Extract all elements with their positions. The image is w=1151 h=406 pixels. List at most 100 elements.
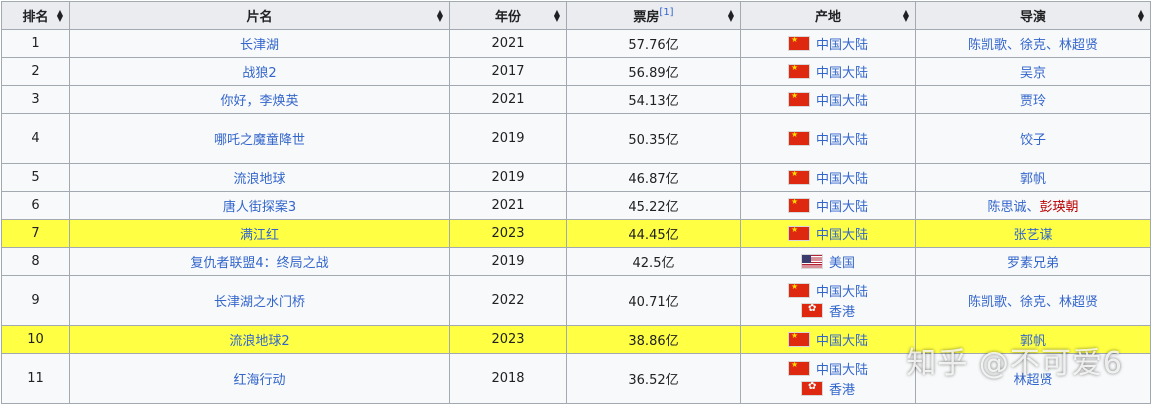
origin-cell: 中国大陆香港 [740, 275, 916, 326]
rank-cell: 11 [1, 353, 70, 404]
movie-title-link[interactable]: 流浪地球 [233, 172, 285, 187]
director-link[interactable]: 罗素兄弟 [1007, 256, 1059, 271]
origin-link[interactable]: 美国 [829, 252, 855, 271]
title-cell: 战狼2 [69, 57, 450, 86]
origin-link[interactable]: 香港 [829, 301, 855, 320]
rank-value: 8 [31, 254, 40, 269]
year-value: 2019 [491, 170, 525, 185]
box-office-value: 56.89亿 [628, 66, 679, 81]
table-row: 9 长津湖之水门桥 2022 40.71亿 中国大陆香港 陈凯歌、徐克、林超贤 [1, 275, 1151, 326]
movie-title-link[interactable]: 你好，李焕英 [220, 94, 298, 109]
hk-flag-icon [800, 303, 823, 318]
table-row: 6 唐人街探案3 2021 45.22亿 中国大陆 陈思诚、彭瑛朝 [1, 191, 1151, 220]
movie-title-link[interactable]: 长津湖之水门桥 [214, 295, 305, 310]
director-cell: 陈凯歌、徐克、林超贤 [915, 275, 1151, 326]
origin-link[interactable]: 中国大陆 [816, 359, 868, 378]
origin-cell: 中国大陆 [740, 163, 916, 192]
sort-arrows-icon[interactable]: ▲ ▼ [554, 8, 560, 22]
column-header-label: 年份 [494, 10, 521, 25]
director-link[interactable]: 陈凯歌、徐克、林超贤 [968, 295, 1098, 310]
rank-cell: 10 [1, 325, 70, 354]
origin-link[interactable]: 中国大陆 [816, 168, 868, 187]
origin-item: 香港 [742, 301, 915, 321]
origin-link[interactable]: 香港 [829, 379, 855, 398]
director-cell: 林超贤 [915, 353, 1151, 404]
table-row: 10 流浪地球2 2023 38.86亿 中国大陆 郭帆 [1, 325, 1151, 354]
origin-item: 中国大陆 [742, 281, 915, 301]
rank-value: 1 [31, 36, 40, 51]
cn-flag-icon [787, 282, 810, 298]
director-link[interactable]: 林超贤 [1013, 373, 1052, 388]
box-office-value: 50.35亿 [628, 133, 679, 148]
origin-link[interactable]: 中国大陆 [816, 34, 868, 53]
rank-value: 5 [31, 170, 40, 185]
sort-arrows-icon[interactable]: ▲ ▼ [437, 8, 443, 22]
box-office-cell: 42.5亿 [566, 247, 741, 276]
origin-link[interactable]: 中国大陆 [816, 129, 868, 148]
table-row: 5 流浪地球 2019 46.87亿 中国大陆 郭帆 [1, 163, 1151, 192]
origin-item: 中国大陆 [742, 359, 915, 379]
movie-title-link[interactable]: 唐人街探案3 [223, 200, 296, 215]
origin-link[interactable]: 中国大陆 [816, 224, 868, 243]
box-office-cell: 45.22亿 [566, 191, 741, 220]
movie-title-link[interactable]: 长津湖 [240, 38, 279, 53]
origin-cell: 中国大陆 [740, 219, 916, 248]
director-link[interactable]: 饺子 [1020, 133, 1046, 148]
origin-link[interactable]: 中国大陆 [816, 281, 868, 300]
sort-arrows-icon[interactable]: ▲ ▼ [903, 8, 909, 22]
table-header-row: 排名 ▲ ▼ 片名 ▲ ▼ 年份 ▲ ▼ 票房[1] ▲ ▼ 产地 ▲ ▼ 导演 ▲ ▼ [1, 1, 1151, 30]
origin-cell: 美国 [740, 247, 916, 276]
origin-cell: 中国大陆 [740, 85, 916, 114]
origin-cell: 中国大陆 [740, 325, 916, 354]
director-link[interactable]: 陈凯歌、徐克、林超贤 [968, 38, 1098, 53]
movie-title-link[interactable]: 流浪地球2 [229, 334, 289, 349]
origin-item: 中国大陆 [742, 34, 915, 54]
director-link[interactable]: 张艺谋 [1013, 228, 1052, 243]
origin-item: 中国大陆 [742, 224, 915, 244]
director-link[interactable]: 吴京 [1020, 66, 1046, 81]
sort-arrows-icon[interactable]: ▲ ▼ [728, 8, 734, 22]
movie-title-link[interactable]: 红海行动 [233, 373, 285, 388]
director-link[interactable]: 郭帆 [1020, 334, 1046, 349]
origin-link[interactable]: 中国大陆 [816, 330, 868, 349]
movie-title-link[interactable]: 复仇者联盟4：终局之战 [190, 256, 328, 271]
column-header-origin[interactable]: 产地 ▲ ▼ [740, 1, 916, 30]
year-cell: 2017 [449, 57, 567, 86]
movie-title-link[interactable]: 满江红 [240, 228, 279, 243]
rank-value: 6 [31, 198, 40, 213]
director-link[interactable]: 陈思诚、 [987, 200, 1039, 215]
box-office-cell: 36.52亿 [566, 353, 741, 404]
movie-title-link[interactable]: 哪吒之魔童降世 [214, 133, 305, 148]
year-cell: 2019 [449, 163, 567, 192]
column-header-director[interactable]: 导演 ▲ ▼ [915, 1, 1151, 30]
column-header-box-office[interactable]: 票房[1] ▲ ▼ [566, 1, 741, 30]
year-value: 2023 [491, 226, 525, 241]
director-redlink[interactable]: 彭瑛朝 [1040, 200, 1079, 215]
reference-link[interactable]: [1] [659, 7, 673, 18]
sort-arrows-icon[interactable]: ▲ ▼ [57, 8, 63, 22]
year-cell: 2019 [449, 247, 567, 276]
column-header-year[interactable]: 年份 ▲ ▼ [449, 1, 567, 30]
movie-title-link[interactable]: 战狼2 [242, 66, 276, 81]
origin-item: 中国大陆 [742, 62, 915, 82]
year-cell: 2021 [449, 29, 567, 58]
column-header-label: 导演 [1019, 10, 1046, 25]
director-link[interactable]: 郭帆 [1020, 172, 1046, 187]
origin-link[interactable]: 中国大陆 [816, 62, 868, 81]
director-cell: 吴京 [915, 57, 1151, 86]
origin-link[interactable]: 中国大陆 [816, 90, 868, 109]
sort-arrows-icon[interactable]: ▲ ▼ [1138, 8, 1144, 22]
origin-cell: 中国大陆 [740, 57, 916, 86]
title-cell: 你好，李焕英 [69, 85, 450, 114]
box-office-value: 36.52亿 [628, 373, 679, 388]
column-header-rank[interactable]: 排名 ▲ ▼ [1, 1, 70, 30]
us-flag-icon [800, 254, 823, 269]
table-row: 8 复仇者联盟4：终局之战 2019 42.5亿 美国 罗素兄弟 [1, 247, 1151, 276]
origin-link[interactable]: 中国大陆 [816, 196, 868, 215]
director-link[interactable]: 贾玲 [1020, 94, 1046, 109]
table-row: 3 你好，李焕英 2021 54.13亿 中国大陆 贾玲 [1, 85, 1151, 114]
column-header-title[interactable]: 片名 ▲ ▼ [69, 1, 450, 30]
cn-flag-icon [787, 331, 810, 347]
year-cell: 2023 [449, 219, 567, 248]
origin-cell: 中国大陆 [740, 29, 916, 58]
